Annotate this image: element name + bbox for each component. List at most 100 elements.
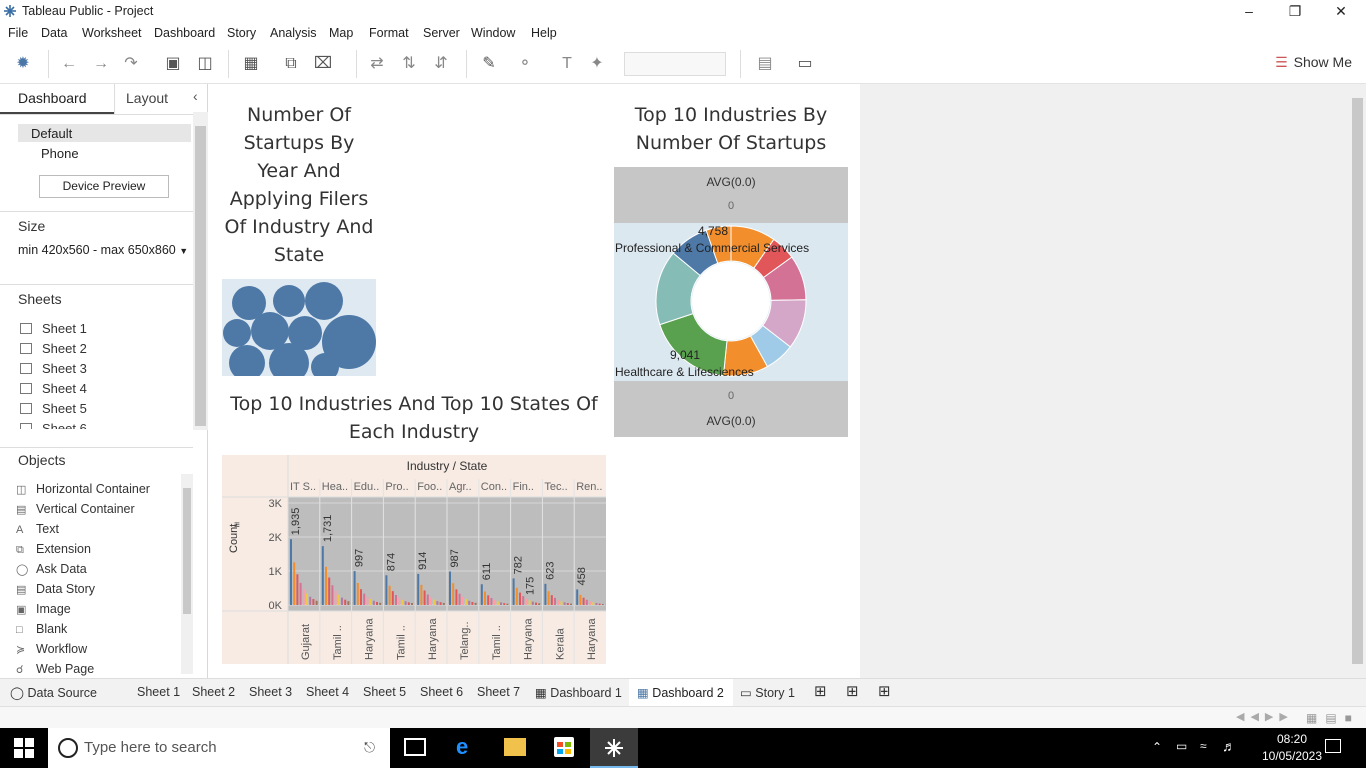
presentation-icon[interactable]: ▭ — [794, 54, 816, 74]
volume-icon[interactable]: ♬ — [1222, 738, 1236, 754]
tableau-home-icon[interactable]: ✹ — [12, 54, 34, 74]
wifi-icon[interactable]: ≈ — [1200, 739, 1207, 753]
show-me-button[interactable]: ☰ Show Me — [1275, 54, 1352, 71]
device-preview-button[interactable]: Device Preview — [39, 175, 169, 198]
sheet-tabs: ◯ Data Source Sheet 1 Sheet 2 Sheet 3 Sh… — [0, 678, 1366, 706]
store-icon[interactable] — [554, 737, 574, 757]
bar-chart-panel[interactable]: 3K 2K 1K 0K IT S.. 1,935 Gujarat Hea.. 1,731 Tami… — [222, 455, 607, 664]
bubble-chart[interactable] — [222, 279, 376, 376]
redo-icon[interactable]: → — [90, 54, 112, 74]
object-blank[interactable]: □ Blank — [16, 622, 67, 636]
bar-ytick: 0K — [269, 600, 283, 612]
tab-sheet-7[interactable]: Sheet 7 — [477, 685, 520, 699]
undo-icon[interactable]: ← — [58, 54, 80, 74]
object-vertical-container[interactable]: ▤ Vertical Container — [16, 502, 135, 516]
object-extension[interactable]: ⧉ Extension — [16, 542, 91, 557]
tab-data-source[interactable]: ◯ Data Source — [10, 685, 97, 700]
microphone-icon[interactable]: ⎋ — [364, 739, 375, 756]
object-ask-data[interactable]: ◯ Ask Data — [16, 562, 87, 576]
replay-icon[interactable]: ↷ — [120, 54, 142, 74]
menu-map[interactable]: Map — [329, 26, 353, 40]
sheets-scrollbar[interactable] — [193, 112, 208, 430]
taskbar-search[interactable]: Type here to search ⎋ — [48, 728, 390, 768]
pin-icon[interactable]: ✦ — [586, 54, 608, 74]
notifications-icon[interactable] — [1325, 739, 1341, 753]
tray-chevron-icon[interactable]: ⌃ — [1152, 740, 1162, 754]
swap-icon[interactable]: ⇄ — [366, 54, 388, 74]
menu-file[interactable]: File — [8, 26, 28, 40]
tab-sheet-3[interactable]: Sheet 3 — [249, 685, 292, 699]
minimize-button[interactable]: – — [1226, 0, 1272, 22]
menu-format[interactable]: Format — [369, 26, 409, 40]
tab-dashboard-1[interactable]: ▦ Dashboard 1 — [535, 685, 622, 700]
close-button[interactable]: ✕ — [1318, 0, 1364, 22]
donut-chart-panel[interactable]: AVG(0.0) 0 4,758 Professional & Commerci… — [614, 167, 848, 437]
cards-icon[interactable]: ▤ — [754, 54, 776, 74]
menu-analysis[interactable]: Analysis — [270, 26, 317, 40]
windows-start-icon[interactable] — [14, 738, 34, 758]
edge-icon[interactable]: e — [456, 734, 468, 760]
object-image[interactable]: ▣ Image — [16, 602, 71, 616]
tab-dashboard-2[interactable]: ▦ Dashboard 2 — [637, 685, 724, 700]
menu-story[interactable]: Story — [227, 26, 256, 40]
menu-data[interactable]: Data — [41, 26, 67, 40]
view-mode-icon[interactable]: ▦▤■ — [1306, 711, 1360, 725]
sort-descending-icon[interactable]: ⇵ — [430, 54, 452, 74]
sheet-item-1[interactable]: Sheet 1 — [20, 321, 87, 336]
new-worksheet-icon[interactable]: ▦ — [240, 54, 262, 74]
tab-sheet-5[interactable]: Sheet 5 — [363, 685, 406, 699]
new-data-source-icon[interactable]: ◫ — [194, 54, 216, 74]
object-data-story[interactable]: ▤ Data Story — [16, 582, 95, 596]
tab-sheet-4[interactable]: Sheet 4 — [306, 685, 349, 699]
sheet-item-6[interactable]: Sheet 6 — [20, 421, 87, 429]
clock-date[interactable]: 10/05/2023 — [1258, 749, 1326, 763]
object-web-page[interactable]: ☌ Web Page — [16, 662, 94, 676]
tab-dashboard[interactable]: Dashboard — [18, 90, 87, 106]
tab-sheet-2[interactable]: Sheet 2 — [192, 685, 235, 699]
menu-help[interactable]: Help — [531, 26, 557, 40]
collapse-pane-icon[interactable]: ‹ — [193, 88, 198, 104]
sheet-item-4[interactable]: Sheet 4 — [20, 381, 87, 396]
file-explorer-icon[interactable] — [504, 738, 526, 756]
sort-ascending-icon[interactable]: ⇅ — [398, 54, 420, 74]
objects-scrollbar[interactable] — [181, 474, 193, 674]
sheet-item-3[interactable]: Sheet 3 — [20, 361, 87, 376]
tableau-taskbar-button[interactable] — [590, 728, 638, 768]
bar-chart[interactable]: 3K 2K 1K 0K IT S.. 1,935 Gujarat Hea.. 1,731 Tami… — [222, 455, 607, 664]
device-default[interactable]: Default — [31, 126, 72, 141]
clock-time[interactable]: 08:20 — [1264, 732, 1320, 746]
network-adapter-icon[interactable]: ▭ — [1176, 739, 1187, 753]
tab-story-1[interactable]: ▭ Story 1 — [740, 685, 795, 700]
object-horizontal-container[interactable]: ◫ Horizontal Container — [16, 482, 150, 496]
new-worksheet-icon[interactable]: ⊞ — [814, 682, 827, 700]
bar — [388, 585, 391, 605]
menu-worksheet[interactable]: Worksheet — [82, 26, 142, 40]
tab-sheet-6[interactable]: Sheet 6 — [420, 685, 463, 699]
highlight-icon[interactable]: ✎ — [478, 54, 500, 74]
tab-sheet-1[interactable]: Sheet 1 — [137, 685, 180, 699]
device-phone[interactable]: Phone — [41, 146, 79, 161]
tableau-app-icon — [605, 739, 623, 757]
new-story-icon[interactable]: ⊞ — [878, 682, 891, 700]
bar — [379, 602, 382, 605]
canvas-scrollbar[interactable] — [1350, 84, 1366, 678]
object-text[interactable]: A Text — [16, 522, 59, 536]
restore-button[interactable]: ❐ — [1272, 0, 1318, 22]
menu-dashboard[interactable]: Dashboard — [154, 26, 215, 40]
new-dashboard-icon[interactable]: ⊞ — [846, 682, 859, 700]
tab-layout[interactable]: Layout — [126, 90, 168, 106]
text-format-icon[interactable]: T — [556, 54, 578, 74]
clear-sheet-icon[interactable]: ⌧ — [312, 54, 334, 74]
fit-dropdown[interactable] — [624, 52, 726, 76]
attach-icon[interactable]: ⚬ — [514, 54, 536, 74]
size-dropdown[interactable]: min 420x560 - max 650x860 ▼ — [18, 243, 188, 257]
save-icon[interactable]: ▣ — [162, 54, 184, 74]
sheet-item-2[interactable]: Sheet 2 — [20, 341, 87, 356]
menu-server[interactable]: Server — [423, 26, 460, 40]
object-workflow[interactable]: ≽ Workflow — [16, 642, 87, 656]
duplicate-icon[interactable]: ⧉ — [280, 54, 302, 74]
menu-window[interactable]: Window — [471, 26, 515, 40]
task-view-icon[interactable] — [404, 738, 426, 756]
sheet-navigation-icon[interactable]: ◀◀▶▶ — [1236, 710, 1294, 723]
sheet-item-5[interactable]: Sheet 5 — [20, 401, 87, 416]
